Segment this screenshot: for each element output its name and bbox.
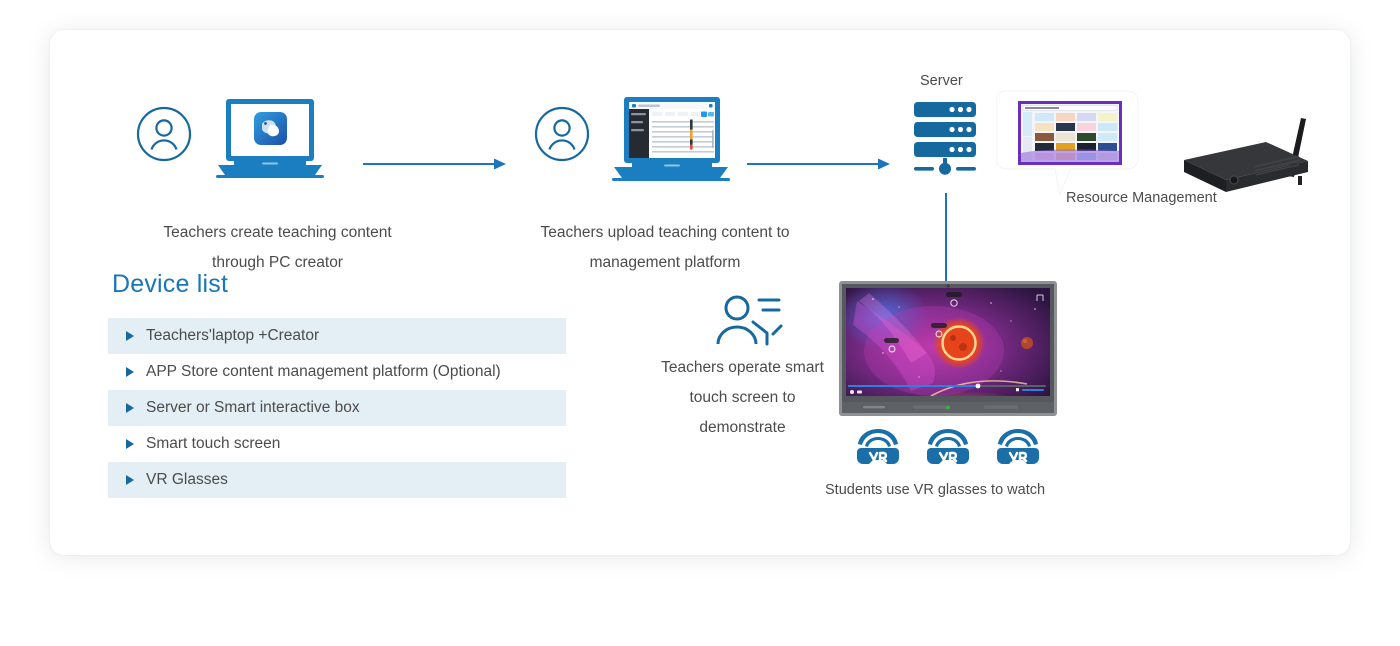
operate-caption-line3: demonstrate — [699, 419, 786, 436]
device-list-item[interactable]: Smart touch screen — [108, 426, 566, 462]
laptop-dashboard-icon — [612, 97, 730, 181]
smart-interactive-box-icon — [1184, 118, 1308, 192]
triangle-bullet-icon — [126, 475, 134, 485]
device-list-item-label: VR Glasses — [146, 471, 228, 488]
user-circle-icon — [534, 106, 590, 162]
smart-interactive-box — [1170, 108, 1315, 208]
step1-laptop-creator — [210, 92, 330, 197]
operate-caption-line1: Teachers operate smart — [661, 359, 824, 376]
space-nebula-scene — [846, 288, 1050, 396]
arrow-step2-to-server — [747, 157, 892, 176]
triangle-bullet-icon — [126, 403, 134, 413]
device-list-item-label: APP Store content management platform (O… — [146, 363, 501, 380]
presenter-person — [715, 292, 783, 353]
resource-grid-bubble-icon — [995, 90, 1139, 197]
arrow-right-icon — [747, 158, 890, 170]
device-list-item-label: Server or Smart interactive box — [146, 399, 360, 416]
triangle-bullet-icon — [126, 367, 134, 377]
arrow-step1-to-step2 — [363, 157, 508, 176]
vr-glasses-row — [855, 424, 1041, 470]
arrow-right-icon — [363, 158, 506, 170]
resource-management-bubble — [995, 85, 1141, 205]
device-list-item[interactable]: APP Store content management platform (O… — [108, 354, 566, 390]
smart-touch-screen-icon — [839, 281, 1057, 416]
server-label: Server — [920, 73, 963, 89]
presenter-person-icon — [716, 295, 783, 346]
students-caption: Students use VR glasses to watch — [825, 482, 1046, 498]
step2-laptop-dashboard — [606, 90, 736, 200]
server-stack-icon — [914, 102, 976, 175]
vr-glasses-icon — [855, 424, 901, 470]
device-list-title: Device list — [112, 270, 229, 298]
device-list-item-label: Teachers'laptop +Creator — [146, 327, 320, 344]
user-circle-icon — [136, 106, 192, 162]
operate-caption: Teachers operate smart touch screen to d… — [625, 353, 860, 443]
device-list-item-label: Smart touch screen — [146, 435, 281, 452]
server-stack — [912, 100, 978, 185]
device-list: Teachers'laptop +Creator APP Store conten… — [108, 318, 566, 498]
triangle-bullet-icon — [126, 439, 134, 449]
vr-glasses-icon — [925, 424, 971, 470]
step2-caption-line2: management platform — [589, 254, 741, 271]
step2-caption-line1: Teachers upload teaching content to — [540, 224, 790, 241]
triangle-bullet-icon — [126, 331, 134, 341]
device-list-item[interactable]: VR Glasses — [108, 462, 566, 498]
step2-avatar — [533, 105, 591, 168]
device-list-item[interactable]: Teachers'laptop +Creator — [108, 318, 566, 354]
step2-caption: Teachers upload teaching content to mana… — [490, 218, 840, 278]
step1-avatar — [135, 105, 193, 168]
step1-caption-line1: Teachers create teaching content — [163, 224, 392, 241]
step1-caption: Teachers create teaching content through… — [110, 218, 445, 278]
operate-caption-line2: touch screen to — [689, 389, 796, 406]
vr-glasses-icon — [995, 424, 1041, 470]
smart-touch-screen — [839, 281, 1057, 421]
device-list-item[interactable]: Server or Smart interactive box — [108, 390, 566, 426]
diagram-card: Teachers create teaching content through… — [50, 30, 1350, 555]
laptop-creator-icon — [216, 99, 324, 178]
